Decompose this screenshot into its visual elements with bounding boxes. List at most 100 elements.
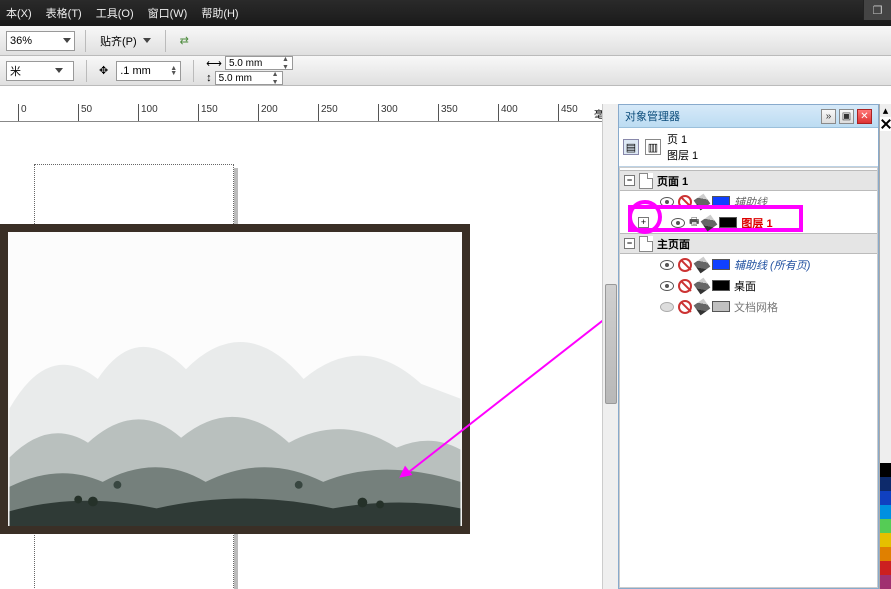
color-swatch[interactable] — [880, 533, 891, 547]
color-swatch[interactable] — [880, 547, 891, 561]
visibility-icon[interactable] — [671, 218, 685, 228]
print-icon[interactable] — [694, 277, 711, 294]
color-swatch[interactable] — [712, 259, 730, 270]
units-input[interactable] — [10, 65, 52, 77]
color-swatch[interactable] — [880, 519, 891, 533]
dx-field[interactable]: ▲▼ — [225, 56, 293, 70]
chevron-down-icon — [63, 38, 71, 43]
ruler-tick: 0 — [18, 104, 27, 122]
dx-icon: ⟷ — [206, 57, 222, 70]
separator — [165, 30, 166, 52]
layer-name: 桌面 — [734, 278, 756, 294]
horizontal-ruler[interactable]: 0 50 100 150 200 250 300 350 400 450 毫米 — [0, 104, 618, 122]
current-layer-label: 图层 1 — [667, 147, 698, 163]
window-controls: ❐ — [863, 0, 891, 20]
lock-icon[interactable] — [678, 258, 692, 272]
color-swatch[interactable] — [880, 491, 891, 505]
zoom-input[interactable] — [10, 35, 60, 47]
vertical-scrollbar[interactable] — [602, 104, 618, 589]
scrollbar-thumb[interactable] — [605, 284, 617, 404]
menu-text[interactable]: 本(X) — [6, 5, 32, 21]
visibility-icon[interactable] — [660, 260, 674, 270]
current-page-label: 页 1 — [667, 131, 698, 147]
print-icon[interactable] — [694, 256, 711, 273]
units-combo[interactable] — [6, 61, 74, 81]
nudge-input[interactable] — [120, 65, 170, 77]
object-tree[interactable]: − 页面 1 辅助线 + 🖶 图层 1 — [619, 167, 878, 588]
layer-row[interactable]: 文档网格 — [620, 296, 877, 317]
page-node[interactable]: − 页面 1 — [620, 170, 877, 191]
lock-icon[interactable] — [678, 279, 692, 293]
page-icon — [639, 236, 653, 252]
ruler-tick: 350 — [438, 104, 458, 122]
color-swatch[interactable] — [880, 575, 891, 589]
color-swatch[interactable] — [880, 477, 891, 491]
collapse-icon[interactable]: − — [624, 238, 635, 249]
dx-input[interactable] — [229, 57, 279, 69]
layer-row[interactable]: 桌面 — [620, 275, 877, 296]
dy-input[interactable] — [219, 72, 269, 84]
nudge-field[interactable]: ▲▼ — [116, 61, 181, 81]
lock-icon[interactable] — [678, 300, 692, 314]
panel-titlebar[interactable]: 对象管理器 » ▣ ✕ — [619, 105, 878, 128]
menu-table[interactable]: 表格(T) — [46, 5, 82, 21]
layer-name: 文档网格 — [734, 299, 778, 315]
sliders-icon: ⇄ — [180, 34, 189, 47]
object-manager-panel: 对象管理器 » ▣ ✕ ▤ ▥ 页 1 图层 1 − 页面 1 — [618, 104, 879, 589]
layer-row[interactable]: 辅助线 (所有页) — [620, 254, 877, 275]
duplicate-distance: ⟷ ▲▼ ↕ ▲▼ — [206, 56, 293, 85]
ruler-tick: 450 — [558, 104, 578, 122]
color-swatch[interactable] — [880, 505, 891, 519]
collapse-icon[interactable]: − — [624, 175, 635, 186]
visibility-icon[interactable] — [660, 281, 674, 291]
page-icon — [639, 173, 653, 189]
master-page-node[interactable]: − 主页面 — [620, 233, 877, 254]
annotation-circle — [628, 200, 662, 234]
ruler-tick: 300 — [378, 104, 398, 122]
landscape-painting-icon — [8, 232, 462, 526]
page-name: 页面 1 — [657, 173, 688, 189]
scroll-up-icon[interactable]: ▴ — [880, 104, 891, 117]
ruler-tick: 400 — [498, 104, 518, 122]
color-palette[interactable]: ▴ — [879, 104, 891, 589]
print-icon[interactable] — [694, 298, 711, 315]
panel-header-row: ▤ ▥ 页 1 图层 1 — [619, 128, 878, 167]
color-swatch[interactable] — [880, 561, 891, 575]
chevron-down-icon — [55, 68, 63, 73]
dy-field[interactable]: ▲▼ — [215, 71, 283, 85]
menu-bar: 本(X) 表格(T) 工具(O) 窗口(W) 帮助(H) ❐ — [0, 0, 891, 26]
property-bar: ✥ ▲▼ ⟷ ▲▼ ↕ ▲▼ — [0, 56, 891, 86]
layer-view-icon[interactable]: ▤ — [623, 139, 639, 155]
dy-icon: ↕ — [206, 72, 212, 84]
no-color-swatch[interactable] — [880, 117, 891, 131]
separator — [85, 30, 86, 52]
collapse-button[interactable]: ▣ — [839, 109, 854, 124]
options-button[interactable]: ⇄ — [176, 32, 193, 49]
docker-area: 对象管理器 » ▣ ✕ ▤ ▥ 页 1 图层 1 − 页面 1 — [618, 104, 891, 589]
nudge-icon: ✥ — [99, 64, 108, 77]
close-button[interactable]: ✕ — [857, 109, 872, 124]
expand-button[interactable]: » — [821, 109, 836, 124]
ruler-tick: 150 — [198, 104, 218, 122]
pages-icon[interactable]: ▥ — [645, 139, 661, 155]
color-swatch[interactable] — [712, 301, 730, 312]
menu-help[interactable]: 帮助(H) — [201, 5, 238, 21]
zoom-combo[interactable] — [6, 31, 75, 51]
placed-image[interactable] — [0, 224, 470, 534]
ruler-tick: 200 — [258, 104, 278, 122]
spinner-icon[interactable]: ▲▼ — [170, 66, 177, 76]
color-swatch[interactable] — [880, 463, 891, 477]
menu-window[interactable]: 窗口(W) — [148, 5, 188, 21]
window-restore-button[interactable]: ❐ — [863, 0, 891, 20]
separator — [193, 60, 194, 82]
document-canvas[interactable]: 0 50 100 150 200 250 300 350 400 450 毫米 — [0, 104, 618, 589]
chevron-down-icon — [143, 38, 151, 43]
visibility-off-icon[interactable] — [660, 302, 674, 312]
ruler-tick: 100 — [138, 104, 158, 122]
menu-tools[interactable]: 工具(O) — [96, 5, 134, 21]
separator — [86, 60, 87, 82]
snap-button[interactable]: 贴齐(P) — [96, 31, 155, 51]
standard-toolbar: 贴齐(P) ⇄ — [0, 26, 891, 56]
color-swatch[interactable] — [712, 280, 730, 291]
ruler-tick: 250 — [318, 104, 338, 122]
